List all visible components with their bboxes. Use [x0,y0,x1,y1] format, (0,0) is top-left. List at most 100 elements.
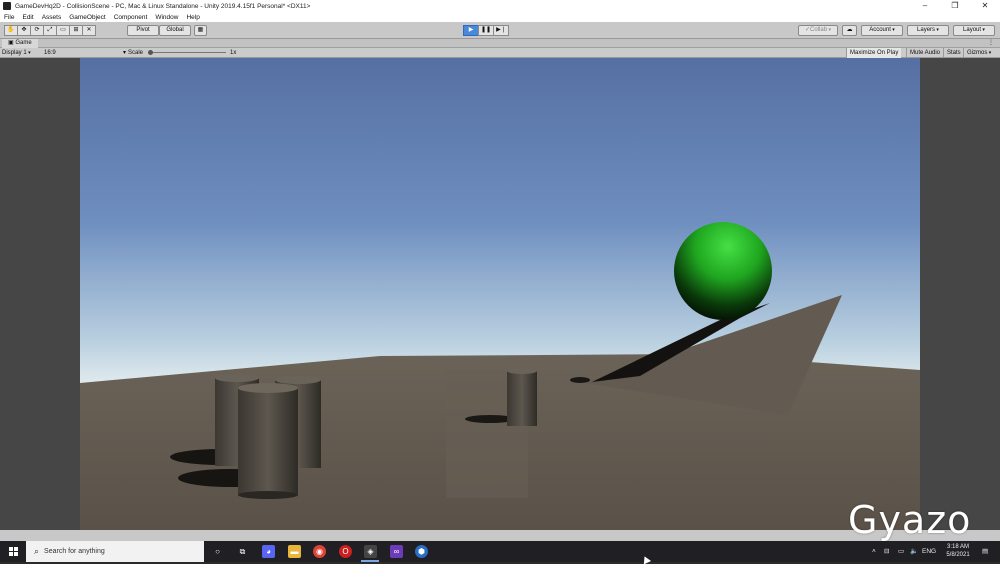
green-sphere [674,222,772,320]
maximize-on-play-toggle[interactable]: Maximize On Play [846,48,902,58]
tab-game-label: Game [15,40,32,46]
task-view-icon[interactable]: ⧉ [236,545,249,558]
collab-dropdown[interactable]: ✓Collab [798,25,838,36]
window-controls: ‒ ❐ ✕ [910,0,1000,12]
window-title: GameDevHq2D - CollisionScene - PC, Mac &… [15,2,311,10]
unity-logo-icon [3,2,11,10]
global-label: Global [166,27,184,33]
global-toggle[interactable]: Global [159,25,191,36]
cylinder-front-top [238,383,298,393]
taskbar-clock[interactable]: 3:18 AM 5/8/2021 [940,543,976,559]
game-view-toolbar: Display 1 16:9 ▾ Scale 1x Maximize On Pla… [0,48,1000,58]
display-dropdown[interactable]: Display 1 [2,48,31,58]
layout-label: Layout [963,27,982,33]
stats-label: Stats [947,50,961,56]
tab-game[interactable]: ▣ Game [2,39,38,48]
scale-tool-icon[interactable]: ⤢ [43,25,57,36]
aspect-label: 16:9 [44,50,56,56]
maximize-button[interactable]: ❐ [940,0,970,12]
windows-logo-icon [8,547,18,556]
mute-audio-toggle[interactable]: Mute Audio [906,48,943,58]
network-icon[interactable]: ⊟ [884,541,889,562]
gizmos-dropdown[interactable]: Gizmos [963,48,994,58]
display-label: Display 1 [2,50,27,56]
windows-taskbar: ⌕ Search for anything ○ ⧉ ◕ ▬ ◉ O ◈ ∞ ⬢ … [0,541,1000,562]
file-explorer-icon[interactable]: ▬ [288,545,301,558]
tab-menu-icon[interactable]: ⋮ [988,39,994,48]
collab-label: Collab [810,27,828,33]
scale-label: Scale [128,50,144,56]
grid-snap-icon[interactable]: ▦ [194,25,207,36]
scale-value: 1x [230,50,237,56]
opera-icon[interactable]: O [339,545,352,558]
menu-assets[interactable]: Assets [42,14,62,21]
language-indicator[interactable]: ENG [922,541,936,562]
menu-window[interactable]: Window [155,14,178,21]
layers-label: Layers [917,27,936,33]
pivot-label: Pivot [136,27,150,33]
menu-help[interactable]: Help [186,14,199,21]
unity-taskbar-icon[interactable]: ◈ [364,545,377,558]
volume-icon[interactable]: 🔈 [910,541,918,562]
search-icon: ⌕ [34,546,40,556]
gizmos-label: Gizmos [967,50,988,56]
notifications-icon[interactable]: ▤ [982,541,988,562]
play-controls: ▶ ❚❚ ▶❘ [463,25,509,36]
play-icon[interactable]: ▶ [463,25,479,36]
minimize-button[interactable]: ‒ [910,0,940,12]
account-label: Account [869,27,891,33]
menu-bar: File Edit Assets GameObject Component Wi… [0,12,1000,22]
scale-slider-handle[interactable] [148,50,153,55]
aspect-chevron-icon: ▾ [122,50,126,56]
cylinder-middle-top [507,368,537,374]
gyazo-watermark: Gyazo [848,498,972,542]
account-dropdown[interactable]: Account [861,25,903,36]
rotate-tool-icon[interactable]: ⟳ [30,25,44,36]
aspect-dropdown[interactable]: 16:9 ▾ [44,48,126,58]
chrome-icon[interactable]: ◉ [313,545,326,558]
custom-tool-icon[interactable]: ✕ [82,25,96,36]
close-button[interactable]: ✕ [970,0,1000,12]
window-title-bar: GameDevHq2D - CollisionScene - PC, Mac &… [0,0,1000,12]
discord-icon[interactable]: ◕ [262,545,275,558]
maximize-label: Maximize On Play [850,50,899,56]
cylinder-front-base [238,491,298,499]
transform-tools: ✋ ✥ ⟳ ⤢ ▭ ⊞ ✕ [4,25,96,36]
menu-gameobject[interactable]: GameObject [69,14,106,21]
rect-tool-icon[interactable]: ▭ [56,25,70,36]
cylinder-front [238,388,298,495]
pause-icon[interactable]: ❚❚ [478,25,494,36]
small-shadow [570,377,590,383]
mute-label: Mute Audio [910,50,941,56]
transform-tool-icon[interactable]: ⊞ [69,25,83,36]
hand-tool-icon[interactable]: ✋ [4,25,18,36]
scale-slider-track[interactable] [148,52,226,53]
cylinder-left-back-top [215,374,259,382]
cloud-icon[interactable]: ☁ [842,25,857,36]
visual-studio-icon[interactable]: ∞ [390,545,403,558]
menu-file[interactable]: File [4,14,14,21]
clock-date: 5/8/2021 [946,552,970,558]
battery-icon[interactable]: ▭ [898,541,904,562]
tab-strip: ▣ Game ⋮ [0,39,1000,48]
step-icon[interactable]: ▶❘ [493,25,509,36]
move-tool-icon[interactable]: ✥ [17,25,31,36]
unity-hub-icon[interactable]: ⬢ [415,545,428,558]
tray-chevron-icon[interactable]: ˄ [872,541,876,562]
taskbar-search-box[interactable]: ⌕ Search for anything [26,541,204,562]
cylinder-right-back-top [275,376,321,384]
main-toolbar: ✋ ✥ ⟳ ⤢ ▭ ⊞ ✕ Pivot Global ▦ ▶ ❚❚ ▶❘ ✓Co… [0,22,1000,39]
game-scene-render[interactable] [80,58,920,530]
pivot-toggle[interactable]: Pivot [127,25,159,36]
game-view[interactable] [0,58,1000,541]
cortana-icon[interactable]: ○ [211,545,224,558]
stats-toggle[interactable]: Stats [943,48,964,58]
menu-component[interactable]: Component [114,14,148,21]
menu-edit[interactable]: Edit [22,14,33,21]
cylinder-middle [507,371,537,426]
start-button[interactable] [0,541,26,562]
search-placeholder: Search for anything [44,548,105,555]
layout-dropdown[interactable]: Layout [953,25,995,36]
clock-time: 3:18 AM [946,544,969,550]
layers-dropdown[interactable]: Layers [907,25,949,36]
